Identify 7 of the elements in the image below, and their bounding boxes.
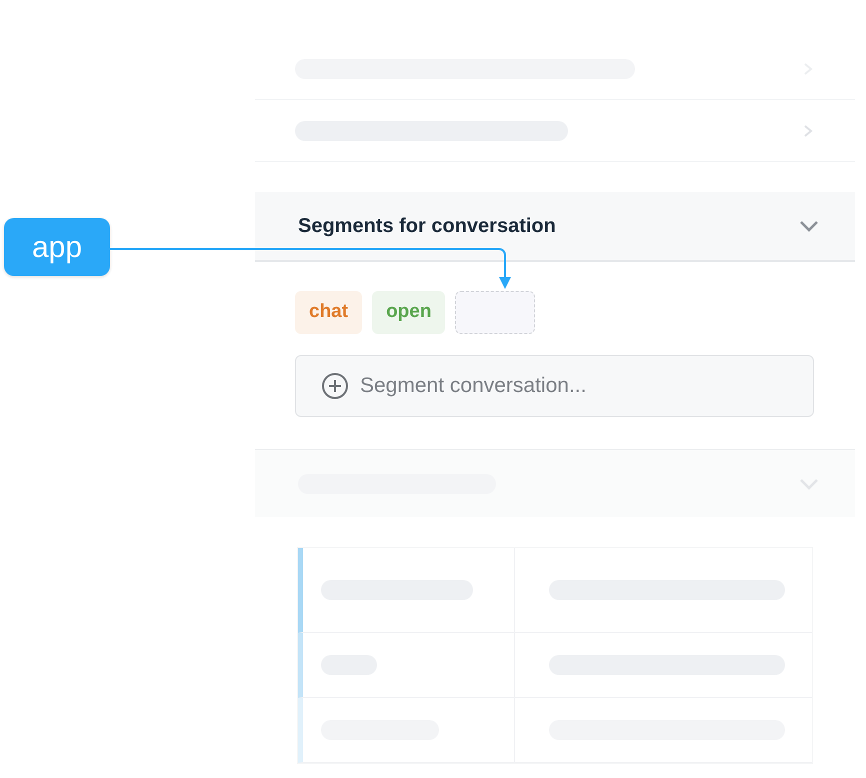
chevron-down-icon	[799, 219, 819, 233]
segment-tag[interactable]: open	[372, 291, 446, 334]
segment-tag[interactable]: chat	[295, 291, 362, 334]
segment-input[interactable]: Segment conversation...	[295, 355, 814, 417]
section-header[interactable]: Segments for conversation	[255, 192, 855, 262]
callout-label: app	[4, 218, 110, 276]
section-title: Segments for conversation	[298, 214, 556, 239]
